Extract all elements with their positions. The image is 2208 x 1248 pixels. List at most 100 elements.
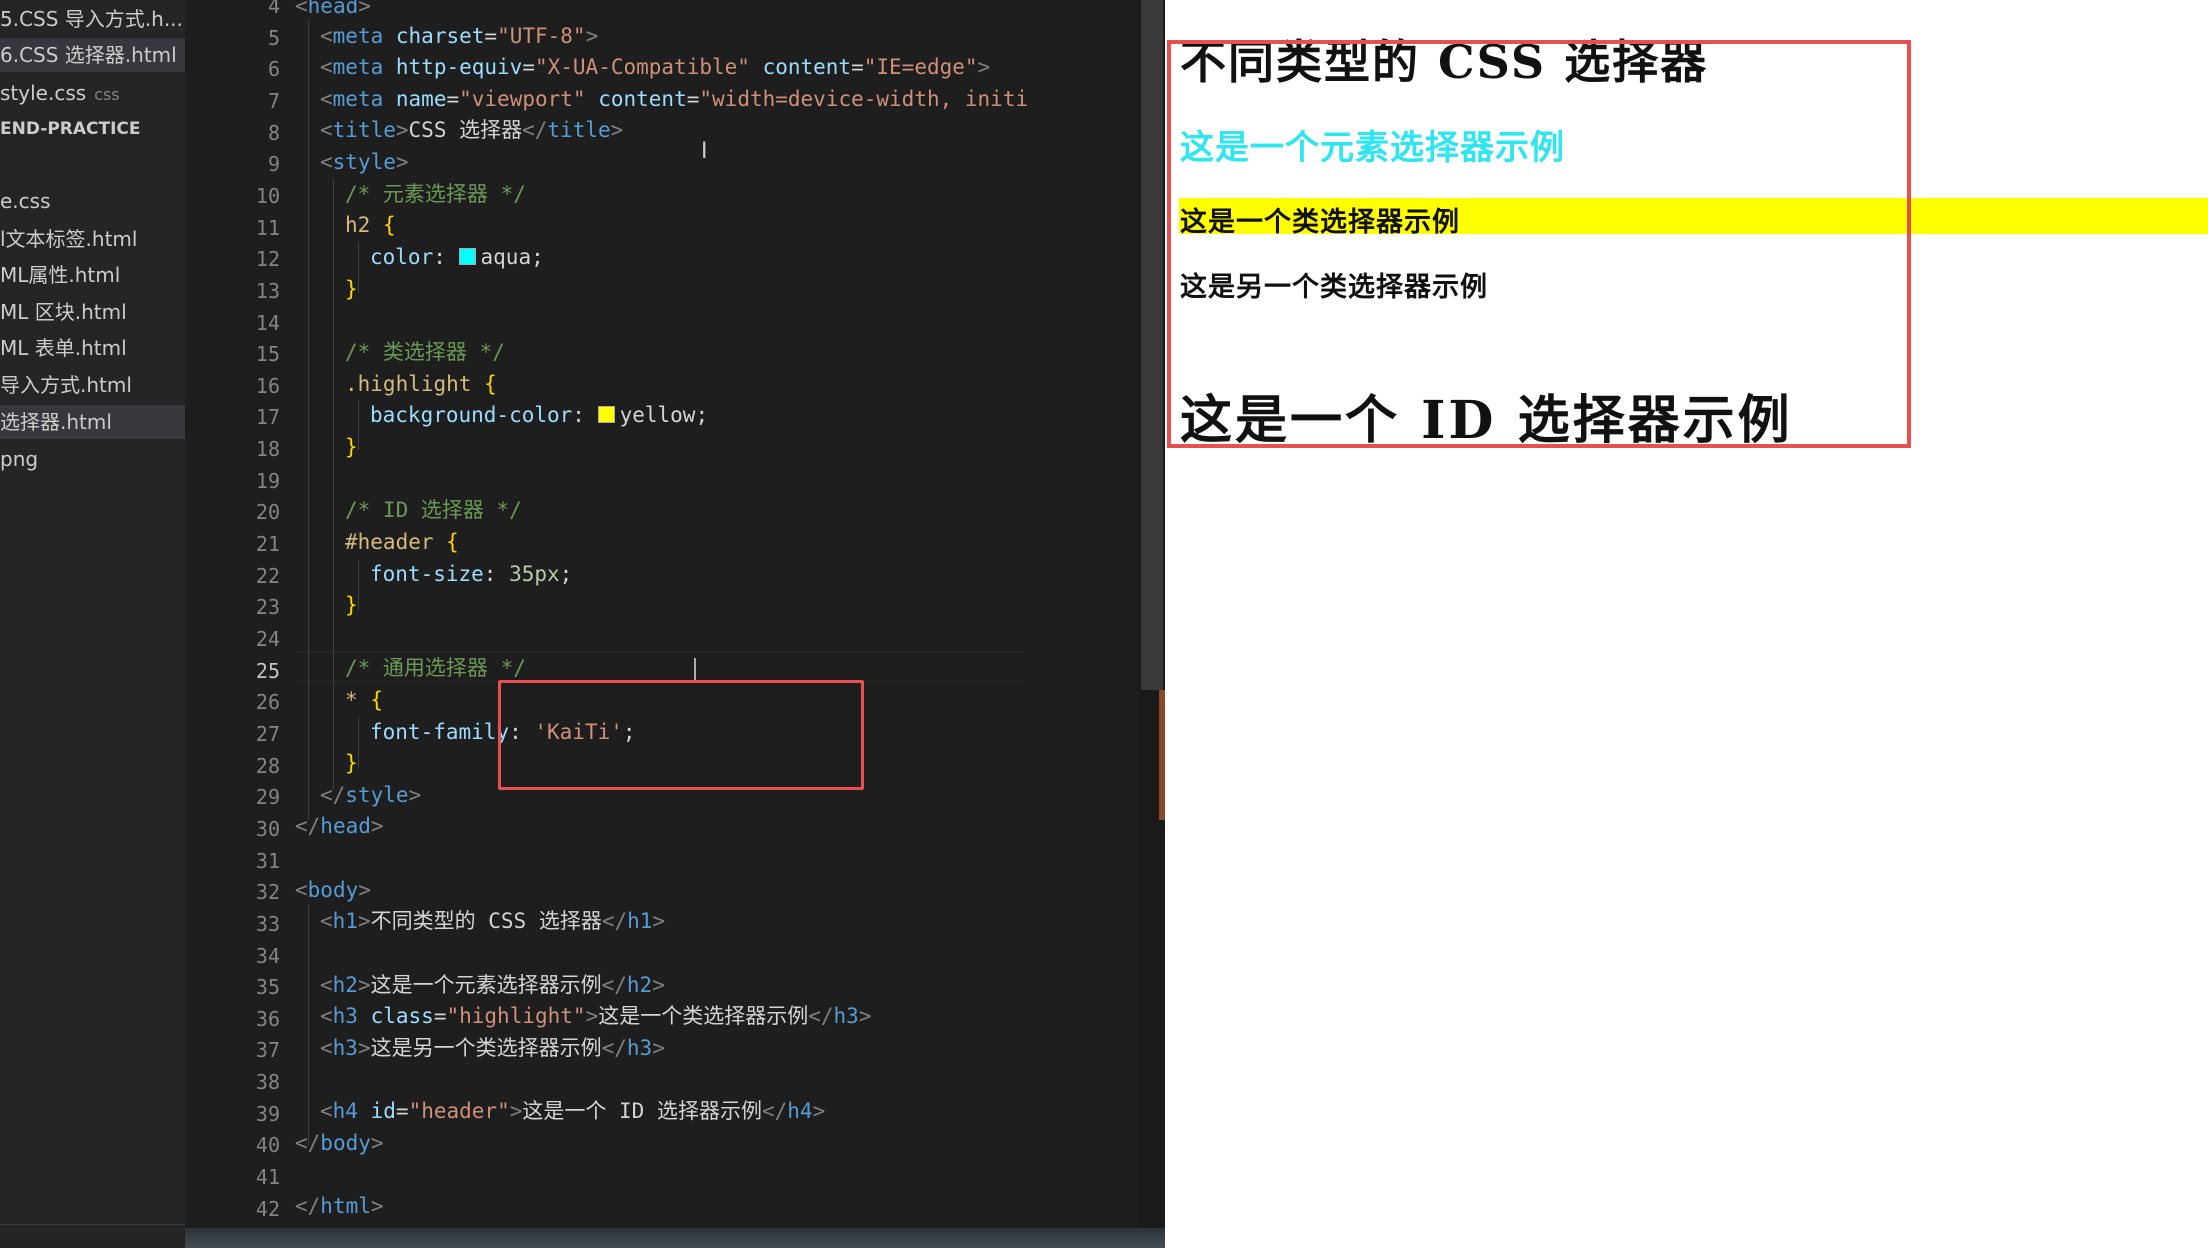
- file-item[interactable]: ML 区块.html: [0, 295, 185, 329]
- code-line: }: [345, 593, 358, 617]
- code-line: </head>: [295, 814, 384, 838]
- attr-name: class: [370, 1004, 434, 1028]
- color-swatch-icon[interactable]: [458, 248, 476, 265]
- line-number: 15: [255, 342, 280, 367]
- comment: /* 通用选择器 */: [345, 656, 526, 680]
- line-number: 32: [255, 880, 280, 905]
- line-number: 37: [255, 1038, 280, 1063]
- tag-name: h3: [626, 1036, 653, 1060]
- code-line: }: [345, 277, 358, 301]
- code-line: background-color: yellow;: [370, 403, 709, 427]
- code-area[interactable]: <head> <meta charset="UTF-8"> <meta http…: [295, 0, 1044, 1248]
- attr-value: "width=device-width, initi: [699, 87, 1029, 111]
- text-content: 这是一个元素选择器示例: [370, 973, 602, 997]
- line-number: 35: [255, 975, 280, 1000]
- code-line: <style>: [320, 150, 409, 174]
- folder-header[interactable]: END-PRACTICE: [0, 112, 185, 146]
- file-label: e.css: [0, 189, 51, 213]
- css-property: color: [370, 245, 434, 269]
- code-line: }: [345, 435, 358, 459]
- tag-name: meta: [332, 55, 384, 79]
- file-label: 6.CSS 选择器.html: [0, 43, 177, 67]
- color-swatch-icon[interactable]: [597, 406, 615, 423]
- horizontal-scrollbar[interactable]: [185, 1228, 1165, 1248]
- line-number: 23: [255, 595, 280, 620]
- tag-name: h3: [332, 1036, 358, 1060]
- tag-name: style: [345, 783, 409, 807]
- text-content: CSS 选择器: [408, 118, 523, 142]
- line-number: 29: [255, 785, 280, 810]
- code-line: .highlight {: [345, 372, 497, 396]
- code-editor[interactable]: 4 5 6 7 8 9 10 11 12 13 14 15 16 17 18 19 20 21 22 23 24 25 26…: [185, 0, 1044, 1248]
- tag-name: h2: [332, 973, 358, 997]
- line-number: 4: [267, 0, 280, 18]
- file-label: ML属性.html: [0, 263, 121, 287]
- code-line: font-size: 35px;: [370, 562, 573, 586]
- line-number: 5: [267, 25, 280, 50]
- file-item-active[interactable]: 选择器.html: [0, 405, 185, 439]
- file-item[interactable]: ML 表单.html: [0, 331, 185, 365]
- file-label: ML 表单.html: [0, 336, 127, 360]
- attr-name: name: [395, 87, 447, 111]
- line-number: 9: [267, 152, 280, 177]
- tag-name: html: [320, 1194, 371, 1218]
- annotation-box-preview: [1167, 40, 1911, 448]
- code-line: color: aqua;: [370, 245, 544, 269]
- attr-value: "header": [408, 1099, 510, 1123]
- code-line: <head>: [295, 0, 371, 23]
- scrollbar-thumb[interactable]: [1141, 0, 1163, 690]
- tag-name: h4: [332, 1099, 358, 1123]
- file-label: 选择器.html: [0, 410, 112, 434]
- tag-name: title: [332, 118, 396, 142]
- tag-name: h3: [332, 1004, 358, 1028]
- browser-preview: 不同类型的 CSS 选择器 这是一个元素选择器示例 这是一个类选择器示例 这是另…: [1165, 0, 2208, 1248]
- tag-name: head: [307, 0, 359, 18]
- line-number: 8: [267, 120, 280, 145]
- file-item[interactable]: png: [0, 442, 185, 476]
- line-number: 14: [255, 310, 280, 335]
- code-line: * {: [345, 688, 383, 712]
- text-content: 这是一个类选择器示例: [598, 1004, 809, 1028]
- file-item[interactable]: l文本标签.html: [0, 222, 185, 256]
- code-line: #header {: [345, 530, 459, 554]
- file-item-css-selectors[interactable]: 6.CSS 选择器.html: [0, 38, 185, 72]
- tag-name: h2: [626, 973, 653, 997]
- attr-value: "IE=edge": [863, 55, 978, 79]
- file-item[interactable]: ML属性.html: [0, 258, 185, 292]
- file-item[interactable]: e.css: [0, 184, 185, 218]
- divider: [0, 1224, 185, 1225]
- tag-name: title: [547, 118, 611, 142]
- line-number: 24: [255, 627, 280, 651]
- code-line: <h2>这是一个元素选择器示例</h2>: [320, 973, 665, 997]
- attr-name: id: [370, 1099, 396, 1123]
- tag-name: body: [307, 878, 359, 902]
- css-property: background-color: [370, 403, 573, 427]
- text-content: 这是一个 ID 选择器示例: [522, 1099, 762, 1123]
- css-selector: .highlight: [345, 372, 472, 396]
- tag-name: meta: [332, 87, 384, 111]
- tag-name: h1: [627, 909, 653, 933]
- text-content: 这是另一个类选择器示例: [370, 1036, 602, 1060]
- line-number: 38: [255, 1070, 280, 1095]
- code-line: <h4 id="header">这是一个 ID 选择器示例</h4>: [320, 1099, 826, 1123]
- file-label: 5.CSS 导入方式.h...: [0, 7, 183, 31]
- file-item-style-css[interactable]: style.css css: [0, 76, 185, 110]
- line-number: 6: [267, 57, 280, 82]
- line-number: 20: [255, 500, 280, 525]
- line-number: 13: [255, 278, 280, 303]
- annotation-box-universal-selector: [498, 680, 864, 790]
- code-line: <h3 class="highlight">这是一个类选择器示例</h3>: [320, 1004, 872, 1028]
- line-number: 42: [255, 1196, 280, 1221]
- attr-name: http-equiv: [395, 55, 523, 79]
- code-line: <meta http-equiv="X-UA-Compatible" conte…: [320, 55, 991, 79]
- file-label: ML 区块.html: [0, 300, 127, 324]
- attr-value: "viewport": [459, 87, 586, 111]
- tag-name: h4: [787, 1099, 813, 1123]
- file-item-css-import[interactable]: 5.CSS 导入方式.h...: [0, 2, 185, 36]
- code-line: <h1>不同类型的 CSS 选择器</h1>: [320, 909, 666, 933]
- attr-value: "X-UA-Compatible": [534, 55, 750, 79]
- file-item[interactable]: 导入方式.html: [0, 368, 185, 402]
- css-value: aqua: [480, 245, 532, 269]
- line-number: 18: [255, 437, 280, 462]
- line-number: 31: [255, 848, 280, 873]
